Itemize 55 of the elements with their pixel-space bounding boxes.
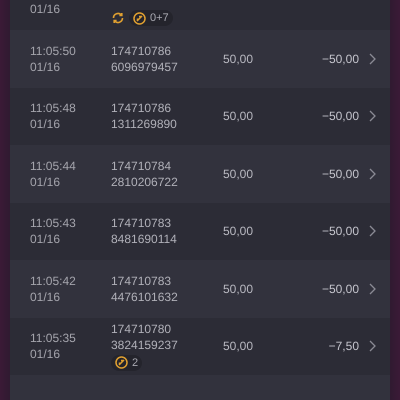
result-amount: −50,00 bbox=[320, 280, 359, 298]
chevron-right-icon bbox=[369, 110, 376, 122]
stake-amount: 50,00 bbox=[223, 50, 254, 68]
chevron-right-icon bbox=[369, 52, 376, 65]
chevron-right-icon bbox=[369, 225, 376, 238]
row-time: 11:05:43 bbox=[30, 216, 77, 230]
transaction-id: 174710786 bbox=[111, 101, 172, 116]
bonus-count: 2 bbox=[132, 356, 138, 370]
transaction-row[interactable]: 11:05:42 01/16 174710783 4476101632 50,00 −50,00 bbox=[10, 260, 390, 318]
result-amount: −50,00 bbox=[320, 166, 359, 183]
row-date: 01/16 bbox=[30, 2, 62, 16]
transaction-row[interactable]: 11:05:44 01/16 174710784 2810206722 50,00 −50,00 bbox=[10, 145, 390, 202]
transaction-id: 174710783 bbox=[111, 274, 172, 288]
result-amount: −7,50 bbox=[328, 338, 359, 356]
row-date: 01/16 bbox=[30, 232, 62, 246]
transaction-row[interactable]: 01/16 0+7 bbox=[10, 0, 390, 30]
transaction-id: 174710780 bbox=[111, 322, 172, 336]
row-time: 11:05:44 bbox=[30, 158, 77, 173]
stake-amount: 50,00 bbox=[223, 166, 254, 183]
chevron-right-icon bbox=[369, 168, 376, 180]
result-amount: −50,00 bbox=[320, 50, 359, 68]
transaction-id: 2810206722 bbox=[111, 174, 179, 189]
transaction-row[interactable]: 11:05:50 01/16 174710786 6096979457 50,00 −50,00 bbox=[10, 30, 390, 88]
transaction-id: 174710786 bbox=[111, 44, 172, 58]
stake-amount: 50,00 bbox=[223, 108, 254, 126]
stake-amount: 50,00 bbox=[223, 280, 254, 298]
ball-icon bbox=[133, 12, 146, 24]
row-time: 11:05:42 bbox=[30, 274, 77, 288]
stake-amount: 50,00 bbox=[223, 223, 254, 240]
transaction-row[interactable]: 11:05:35 01/16 174710780 3824159237 2 50,00 −7,50 bbox=[10, 318, 390, 375]
ball-icon bbox=[115, 356, 128, 370]
row-date: 01/16 bbox=[30, 117, 62, 132]
transaction-id: 3824159237 bbox=[111, 338, 179, 352]
stake-amount: 50,00 bbox=[223, 338, 254, 356]
row-time: 11:05:35 bbox=[30, 331, 77, 346]
transaction-id: 1311269890 bbox=[111, 117, 178, 132]
row-date: 01/16 bbox=[30, 347, 62, 362]
transaction-id: 6096979457 bbox=[111, 60, 179, 74]
transaction-row[interactable]: 11:05:43 01/16 174710783 8481690114 50,00 −50,00 bbox=[10, 202, 390, 260]
transaction-id: 4476101632 bbox=[111, 290, 179, 304]
row-time: 11:05:48 bbox=[30, 101, 77, 116]
row-date: 01/16 bbox=[30, 60, 62, 74]
transaction-row[interactable]: 11:05:48 01/16 174710786 1311269890 50,00 −50,00 bbox=[10, 88, 390, 145]
result-amount: −50,00 bbox=[320, 108, 359, 126]
transaction-id: 174710783 bbox=[111, 216, 172, 230]
chevron-right-icon bbox=[369, 340, 376, 352]
transaction-id: 174710784 bbox=[111, 158, 172, 173]
chevron-right-icon bbox=[369, 282, 376, 295]
row-date: 01/16 bbox=[30, 290, 62, 304]
result-amount: −50,00 bbox=[320, 223, 359, 240]
bonus-count: 0+7 bbox=[150, 11, 169, 25]
row-date: 01/16 bbox=[30, 174, 62, 189]
row-time: 11:05:50 bbox=[30, 44, 77, 58]
refresh-icon bbox=[111, 11, 125, 25]
transaction-id: 8481690114 bbox=[111, 232, 178, 246]
